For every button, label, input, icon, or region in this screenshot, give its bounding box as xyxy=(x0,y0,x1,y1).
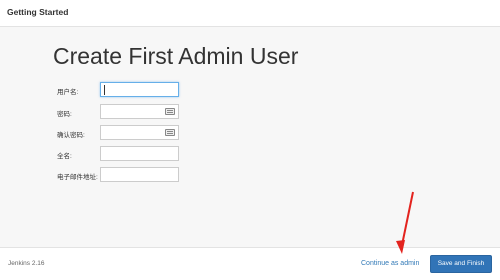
username-row: 用户名: xyxy=(0,82,500,100)
confirm-password-row: 确认密码: xyxy=(0,125,500,143)
key-icon xyxy=(165,108,175,115)
page-title: Create First Admin User xyxy=(53,43,299,69)
email-row: 电子邮件地址: xyxy=(0,167,500,185)
fullname-input[interactable] xyxy=(100,146,179,161)
main-content: Create First Admin User 用户名: 密码: 确认密码: 全… xyxy=(0,27,500,247)
email-input[interactable] xyxy=(100,167,179,182)
version-label: Jenkins 2.16 xyxy=(8,260,45,267)
fullname-row: 全名: xyxy=(0,146,500,164)
password-row: 密码: xyxy=(0,104,500,122)
fullname-label: 全名: xyxy=(57,153,72,160)
password-label: 密码: xyxy=(57,111,72,118)
username-label: 用户名: xyxy=(57,89,79,96)
confirm-password-input[interactable] xyxy=(100,125,179,140)
email-label: 电子邮件地址: xyxy=(57,174,98,181)
continue-as-admin-button[interactable]: Continue as admin xyxy=(361,260,419,267)
footer-bar: Jenkins 2.16 Continue as admin Save and … xyxy=(0,247,500,280)
key-icon xyxy=(165,129,175,136)
text-caret xyxy=(104,85,105,95)
password-input[interactable] xyxy=(100,104,179,119)
top-bar: Getting Started xyxy=(0,0,500,27)
username-input[interactable] xyxy=(100,82,179,97)
save-and-finish-button[interactable]: Save and Finish xyxy=(430,255,492,273)
confirm-password-label: 确认密码: xyxy=(57,132,85,139)
dialog-title: Getting Started xyxy=(7,7,69,17)
